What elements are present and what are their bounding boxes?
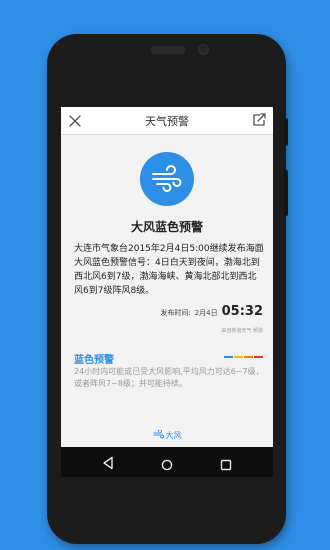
warning-level-title: 蓝色预警 [74, 355, 114, 366]
volume-button [284, 170, 288, 216]
publish-date: 2月4日 [194, 309, 218, 317]
source-text: 来自新浪天气 频道 [221, 328, 263, 334]
front-camera [198, 44, 209, 55]
publish-label: 发布时间: [160, 309, 191, 317]
earpiece-speaker [151, 46, 185, 54]
publish-time-row: 发布时间: 2月4日 05:32 [160, 304, 263, 322]
android-nav-bar [61, 447, 273, 477]
wind-link-label: 大风 [165, 431, 182, 440]
wind-icon [140, 152, 194, 206]
home-icon[interactable] [161, 456, 173, 475]
level-bar-red [254, 356, 263, 358]
warning-level-scale [224, 356, 263, 358]
level-bar-orange [244, 356, 253, 358]
back-icon[interactable] [102, 455, 114, 474]
status-bar [61, 91, 273, 107]
level-bar-yellow [234, 356, 243, 358]
page-title: 天气预警 [145, 115, 189, 128]
alert-description: 大连市气象台2015年2月4日5:00继续发布海面大风蓝色预警信号：4日白天到夜… [74, 244, 264, 296]
phone-screen: 天气预警 大风蓝色预警 大连市气象台2015年2月4日5:00继续发布海面大风蓝… [61, 91, 273, 477]
wind-info-link[interactable]: 大风 [61, 429, 273, 441]
share-icon[interactable] [251, 112, 267, 128]
alert-title: 大风蓝色预警 [130, 220, 203, 234]
recents-icon[interactable] [220, 456, 232, 475]
publish-time: 05:32 [221, 304, 263, 319]
wind-icon [153, 429, 164, 441]
close-icon[interactable] [67, 113, 83, 129]
level-bar-blue [224, 356, 233, 358]
warning-level-description: 24小时内可能或已受大风影响,平均风力可达6~7级，或者阵风7~8级；并可能持续… [74, 367, 264, 388]
power-button [284, 118, 288, 146]
app-header: 天气预警 [61, 107, 273, 135]
